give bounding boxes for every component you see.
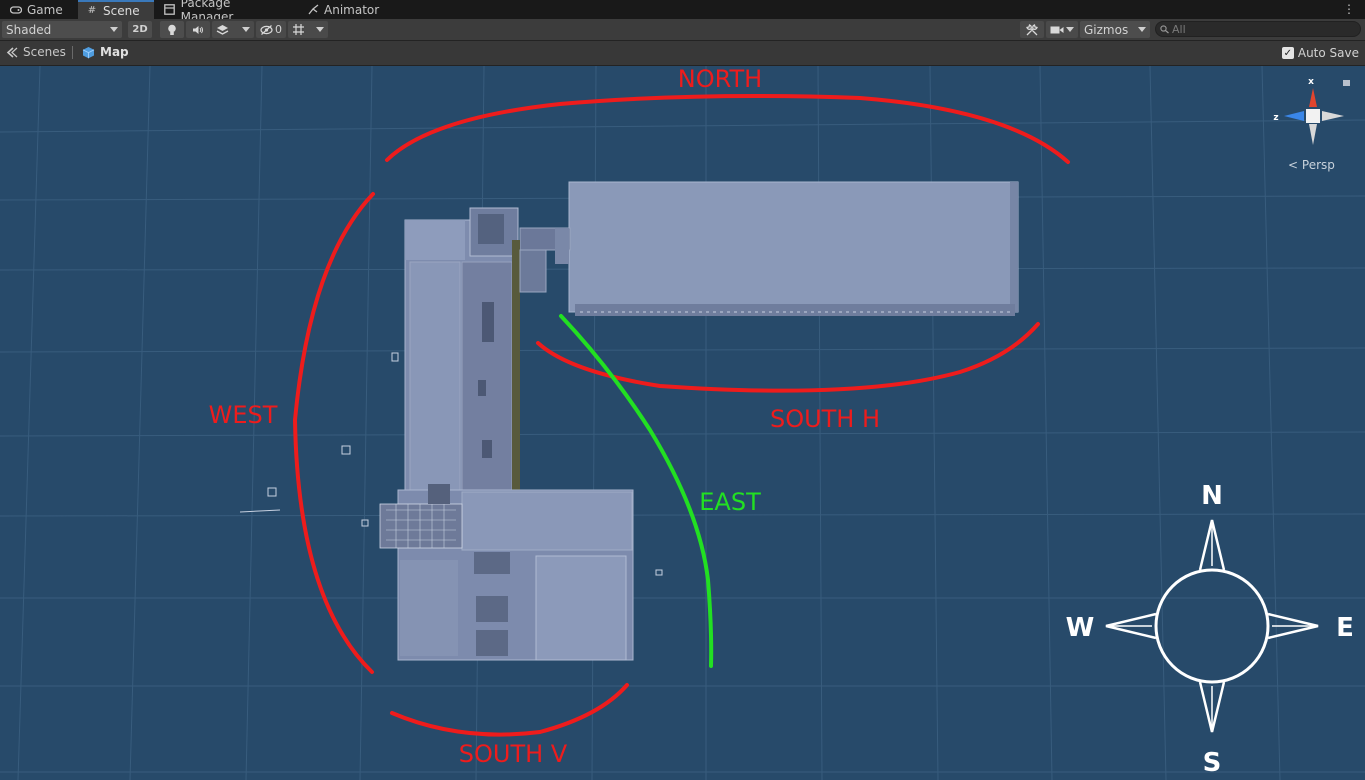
tab-scene[interactable]: # Scene: [78, 0, 154, 19]
shading-mode-label: Shaded: [6, 22, 52, 37]
breadcrumb-separator: [72, 46, 73, 59]
breadcrumb-scenes[interactable]: Scenes: [6, 45, 66, 59]
camera-icon: [1050, 26, 1064, 33]
orientation-gizmo[interactable]: [1284, 80, 1350, 145]
compass-s-label: S: [1203, 748, 1222, 778]
breadcrumb: Scenes Map ✓ Auto Save: [0, 41, 1365, 66]
camera-settings-dropdown[interactable]: [1046, 21, 1078, 38]
chevron-down-icon: [242, 27, 250, 32]
gizmo-x-label: x: [1308, 77, 1314, 87]
checkbox-checked-icon[interactable]: ✓: [1281, 47, 1294, 59]
scene-toolbar: Shaded 2D 0 Gizmos All: [0, 19, 1365, 41]
editor-tab-bar: Game # Scene Package Manager Animator ⋮: [0, 0, 1365, 24]
auto-save-label: Auto Save: [1297, 46, 1359, 60]
gamepad-icon: [10, 4, 22, 16]
animator-icon: [308, 4, 319, 16]
chevron-left-icon: [6, 46, 18, 58]
hidden-count: 0: [275, 23, 282, 36]
label-east: EAST: [699, 488, 761, 516]
hierarchy-search-input[interactable]: All: [1155, 21, 1361, 37]
chevron-down-icon: [110, 27, 118, 32]
chevron-down-icon: [316, 27, 324, 32]
scene-grid: [0, 66, 1365, 780]
building-horizontal: [519, 181, 1019, 316]
breadcrumb-scenes-label: Scenes: [23, 45, 66, 59]
2d-label: 2D: [132, 24, 148, 35]
gizmos-dropdown[interactable]: Gizmos: [1080, 21, 1150, 38]
projection-label: Persp: [1301, 158, 1335, 172]
tab-animator-label: Animator: [324, 2, 380, 17]
grid-snap-icon: [293, 24, 304, 35]
auto-save-toggle[interactable]: ✓ Auto Save: [1281, 46, 1359, 60]
gizmo-z-label: z: [1273, 113, 1278, 123]
audio-toggle-button[interactable]: [186, 21, 210, 38]
tab-game-label: Game: [27, 2, 63, 17]
gizmos-label: Gizmos: [1084, 22, 1129, 37]
scene-viewport[interactable]: NORTH WEST SOUTH H SOUTH V EAST N S W E: [0, 66, 1365, 780]
breadcrumb-map-label: Map: [100, 45, 129, 59]
scene-canvas: NORTH WEST SOUTH H SOUTH V EAST N S W E: [0, 66, 1365, 780]
wrench-icon: [1026, 23, 1038, 35]
tab-game[interactable]: Game: [2, 0, 78, 19]
speaker-icon: [193, 25, 203, 34]
projection-toggle[interactable]: < Persp: [1288, 158, 1335, 172]
grid-icon: #: [87, 5, 97, 16]
search-placeholder: All: [1172, 22, 1186, 36]
grid-visibility-dropdown[interactable]: [288, 21, 328, 38]
lock-icon[interactable]: [1343, 80, 1350, 86]
tab-package-manager[interactable]: Package Manager: [156, 0, 292, 24]
lighting-toggle-button[interactable]: [160, 21, 184, 38]
eye-slash-icon: [260, 24, 273, 35]
compass-n-label: N: [1201, 481, 1223, 511]
label-south-v: SOUTH V: [459, 740, 568, 768]
chevron-down-icon: [1066, 27, 1074, 32]
label-north: NORTH: [678, 66, 762, 93]
compass-e-label: E: [1336, 613, 1354, 643]
effects-dropdown[interactable]: [212, 21, 254, 38]
label-west: WEST: [209, 401, 278, 429]
label-south-h: SOUTH H: [770, 405, 880, 433]
chevron-down-icon: [1138, 27, 1146, 32]
tab-scene-label: Scene: [103, 3, 140, 18]
perspective-icon: <: [1288, 158, 1299, 172]
tools-button[interactable]: [1020, 21, 1044, 38]
more-options-icon[interactable]: ⋮: [1343, 1, 1355, 17]
hidden-objects-toggle[interactable]: 0: [256, 21, 286, 38]
search-icon: [1160, 25, 1169, 34]
2d-toggle-button[interactable]: 2D: [128, 21, 152, 38]
compass-w-label: W: [1066, 613, 1095, 643]
lightbulb-icon: [168, 24, 176, 35]
prefab-cube-icon: [82, 46, 95, 58]
package-icon: [164, 4, 176, 16]
breadcrumb-map[interactable]: Map: [82, 45, 129, 59]
compass-rose-icon: [1105, 519, 1319, 733]
effects-layers-icon: [216, 24, 229, 35]
shading-mode-dropdown[interactable]: Shaded: [2, 21, 122, 38]
tab-animator[interactable]: Animator: [300, 0, 384, 19]
